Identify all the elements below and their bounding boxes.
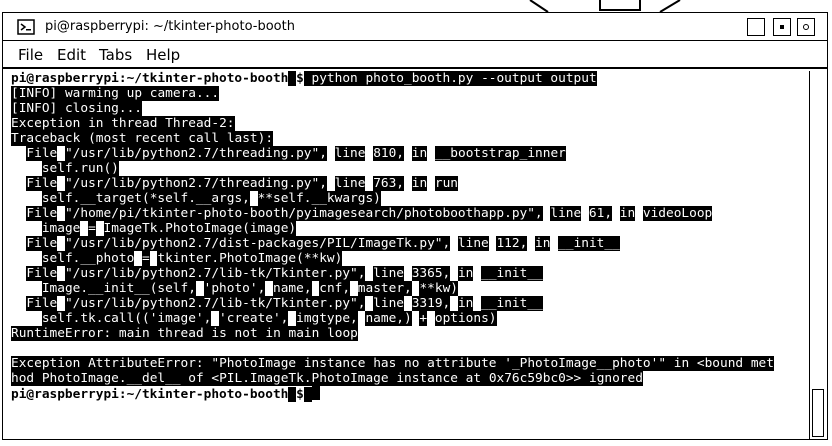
- output-line: File "/usr/lib/python2.7/threading.py", …: [26, 146, 566, 161]
- output-line: Exception AttributeError: "PhotoImage in…: [11, 356, 774, 371]
- menu-help[interactable]: Help: [146, 46, 180, 64]
- output-line: Traceback (most recent call last):: [11, 131, 274, 146]
- menu-file[interactable]: File: [18, 46, 43, 64]
- menu-bar: File Edit Tabs Help: [3, 43, 827, 69]
- terminal-window: pi@raspberrypi: ~/tkinter-photo-booth Fi…: [2, 12, 828, 440]
- window-title: pi@raspberrypi: ~/tkinter-photo-booth: [45, 19, 295, 34]
- output-line: File "/usr/lib/python2.7/dist-packages/P…: [26, 236, 620, 251]
- scrollbar-thumb[interactable]: [812, 389, 824, 437]
- output-line: self.__target(*self.__args, **self.__kwa…: [41, 191, 381, 206]
- maximize-button[interactable]: [773, 18, 791, 36]
- minimize-button[interactable]: [747, 18, 765, 36]
- prompt-line: pi@raspberrypi:~/tkinter-photo-booth $ p…: [11, 71, 597, 86]
- output-line: File "/usr/lib/python2.7/lib-tk/Tkinter.…: [26, 266, 543, 281]
- output-line: File "/usr/lib/python2.7/lib-tk/Tkinter.…: [26, 296, 543, 311]
- text-cursor: [311, 386, 320, 400]
- terminal-output[interactable]: pi@raspberrypi:~/tkinter-photo-booth $ p…: [11, 71, 805, 431]
- terminal-icon: [17, 19, 35, 35]
- output-line: self.run(): [41, 161, 119, 176]
- menu-tabs[interactable]: Tabs: [99, 46, 132, 64]
- menu-edit[interactable]: Edit: [57, 46, 86, 64]
- prompt-line: pi@raspberrypi:~/tkinter-photo-booth $: [11, 386, 805, 402]
- output-line: hod PhotoImage.__del__ of <PIL.ImageTk.P…: [11, 371, 643, 386]
- output-line: File "/usr/lib/python2.7/threading.py", …: [26, 176, 458, 191]
- output-line: image = ImageTk.PhotoImage(image): [41, 221, 297, 236]
- close-button[interactable]: [797, 18, 815, 36]
- vertical-scrollbar[interactable]: [809, 71, 827, 439]
- output-line: RuntimeError: main thread is not in main…: [11, 326, 358, 341]
- output-line: self.__photo = tkinter.PhotoImage(**kw): [41, 251, 343, 266]
- title-bar[interactable]: pi@raspberrypi: ~/tkinter-photo-booth: [3, 13, 827, 41]
- output-line: [INFO] closing...: [11, 101, 142, 116]
- output-line: Exception in thread Thread-2:: [11, 116, 235, 131]
- output-line: self.tk.call(('image', 'create', imgtype…: [41, 311, 497, 326]
- output-line: Image.__init__(self, 'photo', name, cnf,…: [41, 281, 458, 296]
- output-line: File "/home/pi/tkinter-photo-booth/pyima…: [26, 206, 713, 221]
- output-line: [INFO] warming up camera...: [11, 86, 220, 101]
